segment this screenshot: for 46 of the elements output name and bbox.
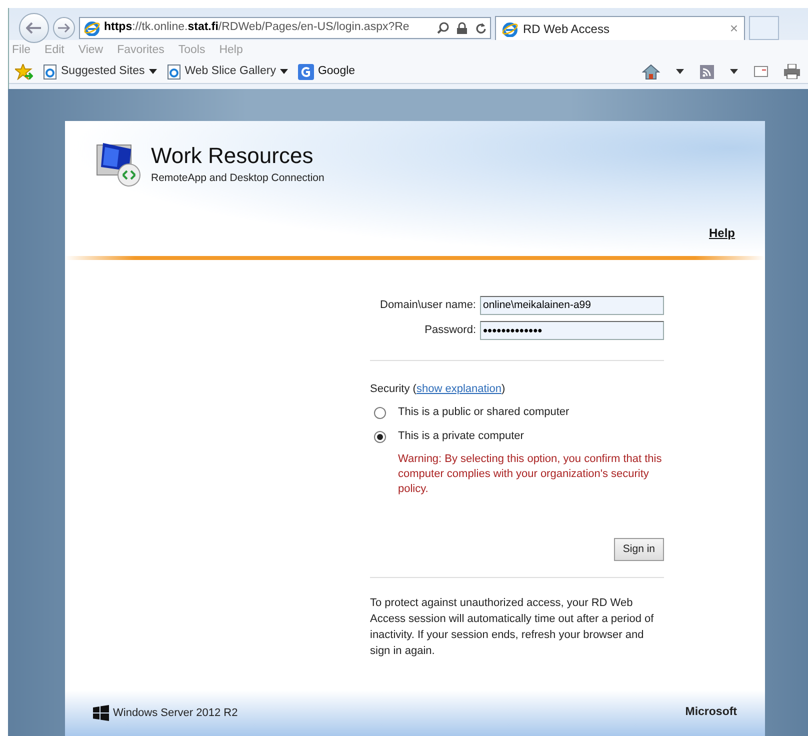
- radio-button[interactable]: [374, 430, 386, 442]
- address-bar[interactable]: https://tk.online.stat.fi/RDWeb/Pages/en-US/login.aspx?Re: [79, 17, 491, 39]
- caret-icon[interactable]: [730, 69, 738, 74]
- sign-in-button[interactable]: Sign in: [614, 538, 664, 562]
- page-icon: [166, 64, 181, 80]
- explanation-link[interactable]: show explanation: [416, 383, 502, 395]
- password-field[interactable]: •••••••••••••: [480, 321, 664, 340]
- page-icon: [43, 64, 57, 80]
- back-arrow-icon: [26, 22, 42, 34]
- search-icon[interactable]: [437, 22, 449, 34]
- url-text: https://tk.online.stat.fi/RDWeb/Pages/en-US/login.aspx?Re: [104, 20, 410, 36]
- ie-logo-icon: [502, 20, 518, 36]
- close-tab-button[interactable]: ×: [730, 18, 738, 39]
- home-icon[interactable]: [642, 64, 660, 80]
- radio-label: This is a private computer: [398, 429, 524, 444]
- session-notice: To protect against unauthorized access, your RD Web Access session will automatically time out after a period of inactivity. If your session ends, refresh your browser and sign in again.: [370, 596, 655, 660]
- favorite-link[interactable]: Suggested Sites: [43, 62, 157, 80]
- forward-button[interactable]: [53, 17, 75, 39]
- g-logo-icon: [298, 64, 314, 80]
- radio-button[interactable]: [374, 406, 386, 418]
- page-title: Work Resources: [151, 145, 314, 167]
- feed-icon[interactable]: [700, 64, 714, 78]
- tab-title: RD Web Access: [523, 20, 610, 38]
- password-label: Password:: [424, 323, 476, 338]
- radio-label: This is a public or shared computer: [398, 405, 570, 420]
- caret-icon[interactable]: [676, 69, 684, 74]
- page-subtitle: RemoteApp and Desktop Connection: [151, 171, 324, 186]
- lock-icon[interactable]: [457, 22, 467, 34]
- username-field[interactable]: online\meikalainen-a99: [480, 296, 664, 315]
- mail-icon[interactable]: [754, 66, 768, 77]
- windows-logo-icon: [93, 705, 109, 721]
- help-link[interactable]: Help: [708, 224, 735, 242]
- footer-product: Windows Server 2012 R2: [113, 706, 238, 721]
- footer-brand: Microsoft: [685, 705, 737, 720]
- security-label: Security (show explanation): [370, 382, 506, 397]
- back-button[interactable]: [19, 13, 49, 43]
- ie-logo-icon: [84, 20, 100, 36]
- printer-icon[interactable]: [784, 64, 800, 79]
- favorite-link[interactable]: Google: [298, 62, 356, 80]
- forward-arrow-icon: [58, 23, 70, 33]
- browser-tab[interactable]: RD Web Access ×: [495, 16, 745, 40]
- favorite-link[interactable]: Web Slice Gallery: [166, 62, 288, 80]
- favorites-star-icon[interactable]: [15, 64, 33, 80]
- username-label: Domain\user name:: [380, 298, 476, 313]
- warning-text: Warning: By selecting this option, you confirm that this computer complies with your organization's security policy.: [398, 452, 663, 498]
- refresh-icon[interactable]: [475, 22, 486, 34]
